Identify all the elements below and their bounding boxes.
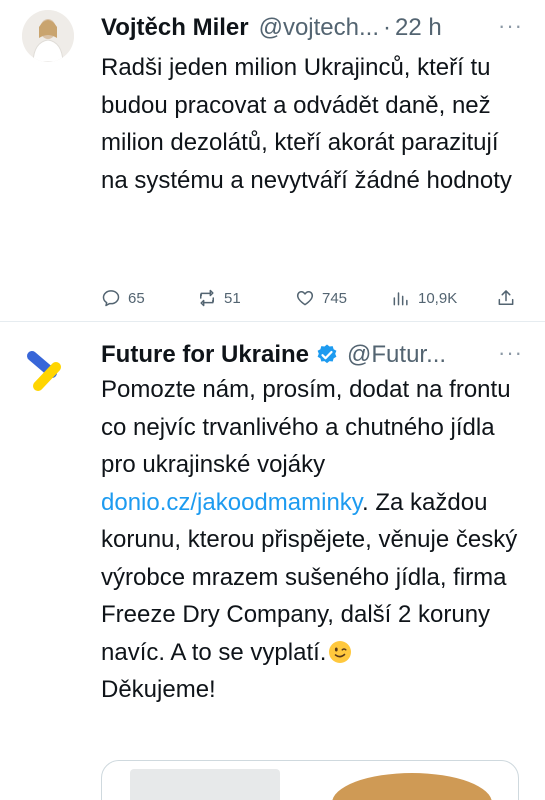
timestamp[interactable]: 22 h bbox=[395, 14, 442, 42]
more-options-icon[interactable]: ··· bbox=[498, 340, 523, 366]
views-button[interactable]: 10,9K bbox=[391, 284, 457, 312]
share-button[interactable] bbox=[496, 284, 523, 312]
tweet-header: Future for Ukraine @Futur... ··· bbox=[101, 338, 523, 372]
reply-count: 65 bbox=[128, 289, 145, 307]
author-avatar[interactable] bbox=[22, 343, 74, 395]
views-chart-icon bbox=[393, 292, 408, 306]
retweet-icon bbox=[200, 289, 214, 307]
separator-dot: · bbox=[383, 14, 392, 41]
ukraine-logo-icon bbox=[22, 343, 74, 395]
tweet-text-part1: Pomozte nám, prosím, dodat na frontu co … bbox=[101, 376, 511, 478]
like-button[interactable]: 745 bbox=[295, 284, 347, 312]
donation-link[interactable]: donio.cz/jakoodmaminky bbox=[101, 489, 362, 516]
author-name[interactable]: Future for Ukraine bbox=[101, 341, 309, 369]
winking-face-emoji-icon bbox=[329, 640, 352, 663]
tweet-text: Pomozte nám, prosím, dodat na frontu co … bbox=[101, 371, 529, 709]
media-preview[interactable] bbox=[101, 760, 519, 800]
author-name[interactable]: Vojtěch Miler bbox=[101, 14, 249, 42]
tweet-1[interactable]: Vojtěch Miler @vojtech... · 22 h ··· Rad… bbox=[0, 0, 545, 322]
verified-badge-icon bbox=[317, 344, 337, 364]
views-count: 10,9K bbox=[418, 289, 458, 307]
tweet-text: Radši jeden milion Ukrajinců, kteří tu b… bbox=[101, 54, 512, 194]
reply-button[interactable]: 65 bbox=[101, 284, 145, 312]
tweet-header: Vojtěch Miler @vojtech... · 22 h ··· bbox=[101, 11, 523, 45]
share-icon bbox=[498, 290, 514, 305]
reply-icon bbox=[102, 290, 120, 307]
tweet-text-part3: Děkujeme! bbox=[101, 676, 216, 703]
heart-icon bbox=[296, 291, 314, 306]
retweet-count: 51 bbox=[224, 289, 241, 307]
product-photo-right bbox=[332, 773, 492, 800]
author-avatar[interactable] bbox=[22, 10, 74, 62]
retweet-button[interactable]: 51 bbox=[197, 284, 241, 312]
product-photo-left bbox=[130, 769, 280, 800]
author-handle[interactable]: @vojtech... bbox=[259, 14, 379, 42]
tweet-actions: 65 51 745 10,9K bbox=[101, 284, 521, 312]
more-options-icon[interactable]: ··· bbox=[498, 13, 523, 39]
like-count: 745 bbox=[322, 289, 348, 307]
author-handle[interactable]: @Futur... bbox=[347, 341, 446, 369]
